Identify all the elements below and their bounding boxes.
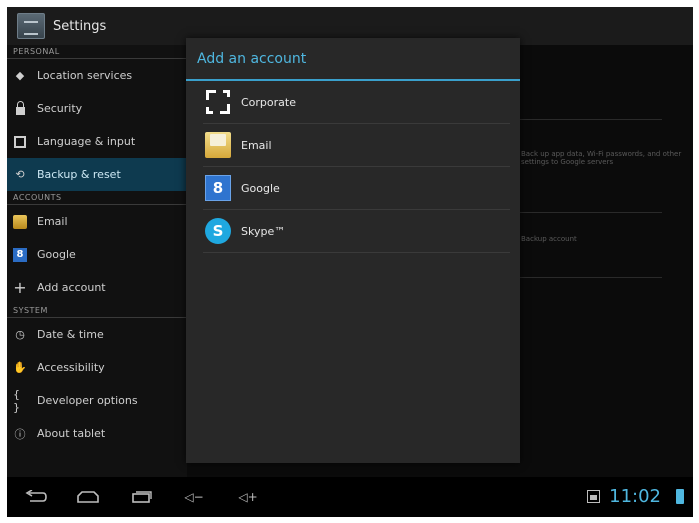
sidebar-item-date-time[interactable]: ◷ Date & time — [7, 318, 187, 351]
account-option-email[interactable]: Email — [203, 124, 510, 167]
volume-down-button[interactable]: ◁− — [179, 483, 209, 511]
sidebar-item-label: Date & time — [37, 328, 104, 341]
section-header-accounts: ACCOUNTS — [7, 191, 187, 205]
sidebar-item-about-tablet[interactable]: ⓘ About tablet — [7, 417, 187, 450]
section-header-personal: PERSONAL — [7, 45, 187, 59]
google-icon: 8 — [13, 247, 27, 262]
recent-apps-button[interactable] — [127, 483, 157, 511]
account-option-google[interactable]: 8 Google — [203, 167, 510, 210]
sidebar-item-security[interactable]: Security — [7, 92, 187, 125]
sidebar-item-backup-reset[interactable]: ⟲ Backup & reset — [7, 158, 187, 191]
add-account-dialog: Add an account Corporate Email 8 Google … — [186, 38, 520, 463]
braces-icon: { } — [13, 387, 20, 414]
sidebar-item-developer-options[interactable]: { } Developer options — [7, 384, 187, 417]
sidebar-item-label: Location services — [37, 69, 133, 82]
settings-app-icon[interactable] — [17, 13, 45, 39]
home-button[interactable] — [73, 483, 103, 511]
location-icon: ◆ — [15, 69, 25, 82]
backup-icon: ⟲ — [15, 168, 25, 181]
tablet-screen: Settings PERSONAL ◆ Location services Se… — [7, 7, 693, 517]
back-icon — [25, 490, 47, 502]
sidebar-item-language-input[interactable]: Language & input — [7, 125, 187, 158]
sidebar-item-google[interactable]: 8 Google — [7, 238, 187, 271]
volume-up-button[interactable]: ◁+ — [233, 483, 263, 511]
system-navigation-bar: ◁− ◁+ 11:02 — [7, 477, 693, 517]
account-option-corporate[interactable]: Corporate — [203, 81, 510, 124]
plus-icon: + — [13, 278, 27, 297]
account-option-skype[interactable]: S Skype™ — [203, 210, 510, 253]
battery-icon — [676, 489, 684, 504]
account-option-label: Skype™ — [241, 224, 286, 238]
settings-sidebar: PERSONAL ◆ Location services Security La… — [7, 45, 187, 477]
screenshot-notification-icon[interactable] — [587, 490, 600, 503]
sidebar-item-location-services[interactable]: ◆ Location services — [7, 59, 187, 92]
recent-apps-icon — [132, 491, 152, 503]
sidebar-item-label: Developer options — [37, 394, 138, 407]
keyboard-icon — [13, 135, 27, 149]
sidebar-item-label: Add account — [37, 281, 106, 294]
sidebar-item-label: Google — [37, 248, 76, 261]
skype-icon: S — [205, 218, 231, 244]
google-icon: 8 — [205, 175, 231, 201]
sidebar-item-label: Security — [37, 102, 83, 115]
backup-account-label: Backup account — [521, 235, 577, 243]
info-icon: ⓘ — [14, 427, 26, 441]
account-option-label: Google — [241, 181, 280, 195]
sidebar-item-email[interactable]: Email — [7, 205, 187, 238]
hand-icon: ✋ — [13, 361, 27, 374]
section-header-system: SYSTEM — [7, 304, 187, 318]
home-icon — [77, 491, 99, 503]
email-icon — [13, 214, 27, 229]
app-title: Settings — [53, 18, 107, 34]
status-clock[interactable]: 11:02 — [609, 486, 661, 507]
clock-icon: ◷ — [15, 328, 25, 341]
lock-icon — [13, 100, 27, 116]
corporate-icon — [205, 89, 231, 115]
sidebar-item-label: Backup & reset — [37, 168, 121, 181]
sidebar-item-label: Accessibility — [37, 361, 105, 374]
sidebar-item-label: Language & input — [37, 135, 136, 148]
dialog-title: Add an account — [186, 38, 520, 81]
back-button[interactable] — [21, 483, 51, 511]
email-icon — [205, 132, 231, 158]
account-option-label: Email — [241, 138, 272, 152]
sidebar-item-accessibility[interactable]: ✋ Accessibility — [7, 351, 187, 384]
sidebar-item-add-account[interactable]: + Add account — [7, 271, 187, 304]
backup-description: Back up app data, Wi-Fi passwords, and o… — [521, 150, 682, 166]
sidebar-item-label: Email — [37, 215, 68, 228]
sidebar-item-label: About tablet — [37, 427, 106, 440]
account-option-label: Corporate — [241, 95, 296, 109]
